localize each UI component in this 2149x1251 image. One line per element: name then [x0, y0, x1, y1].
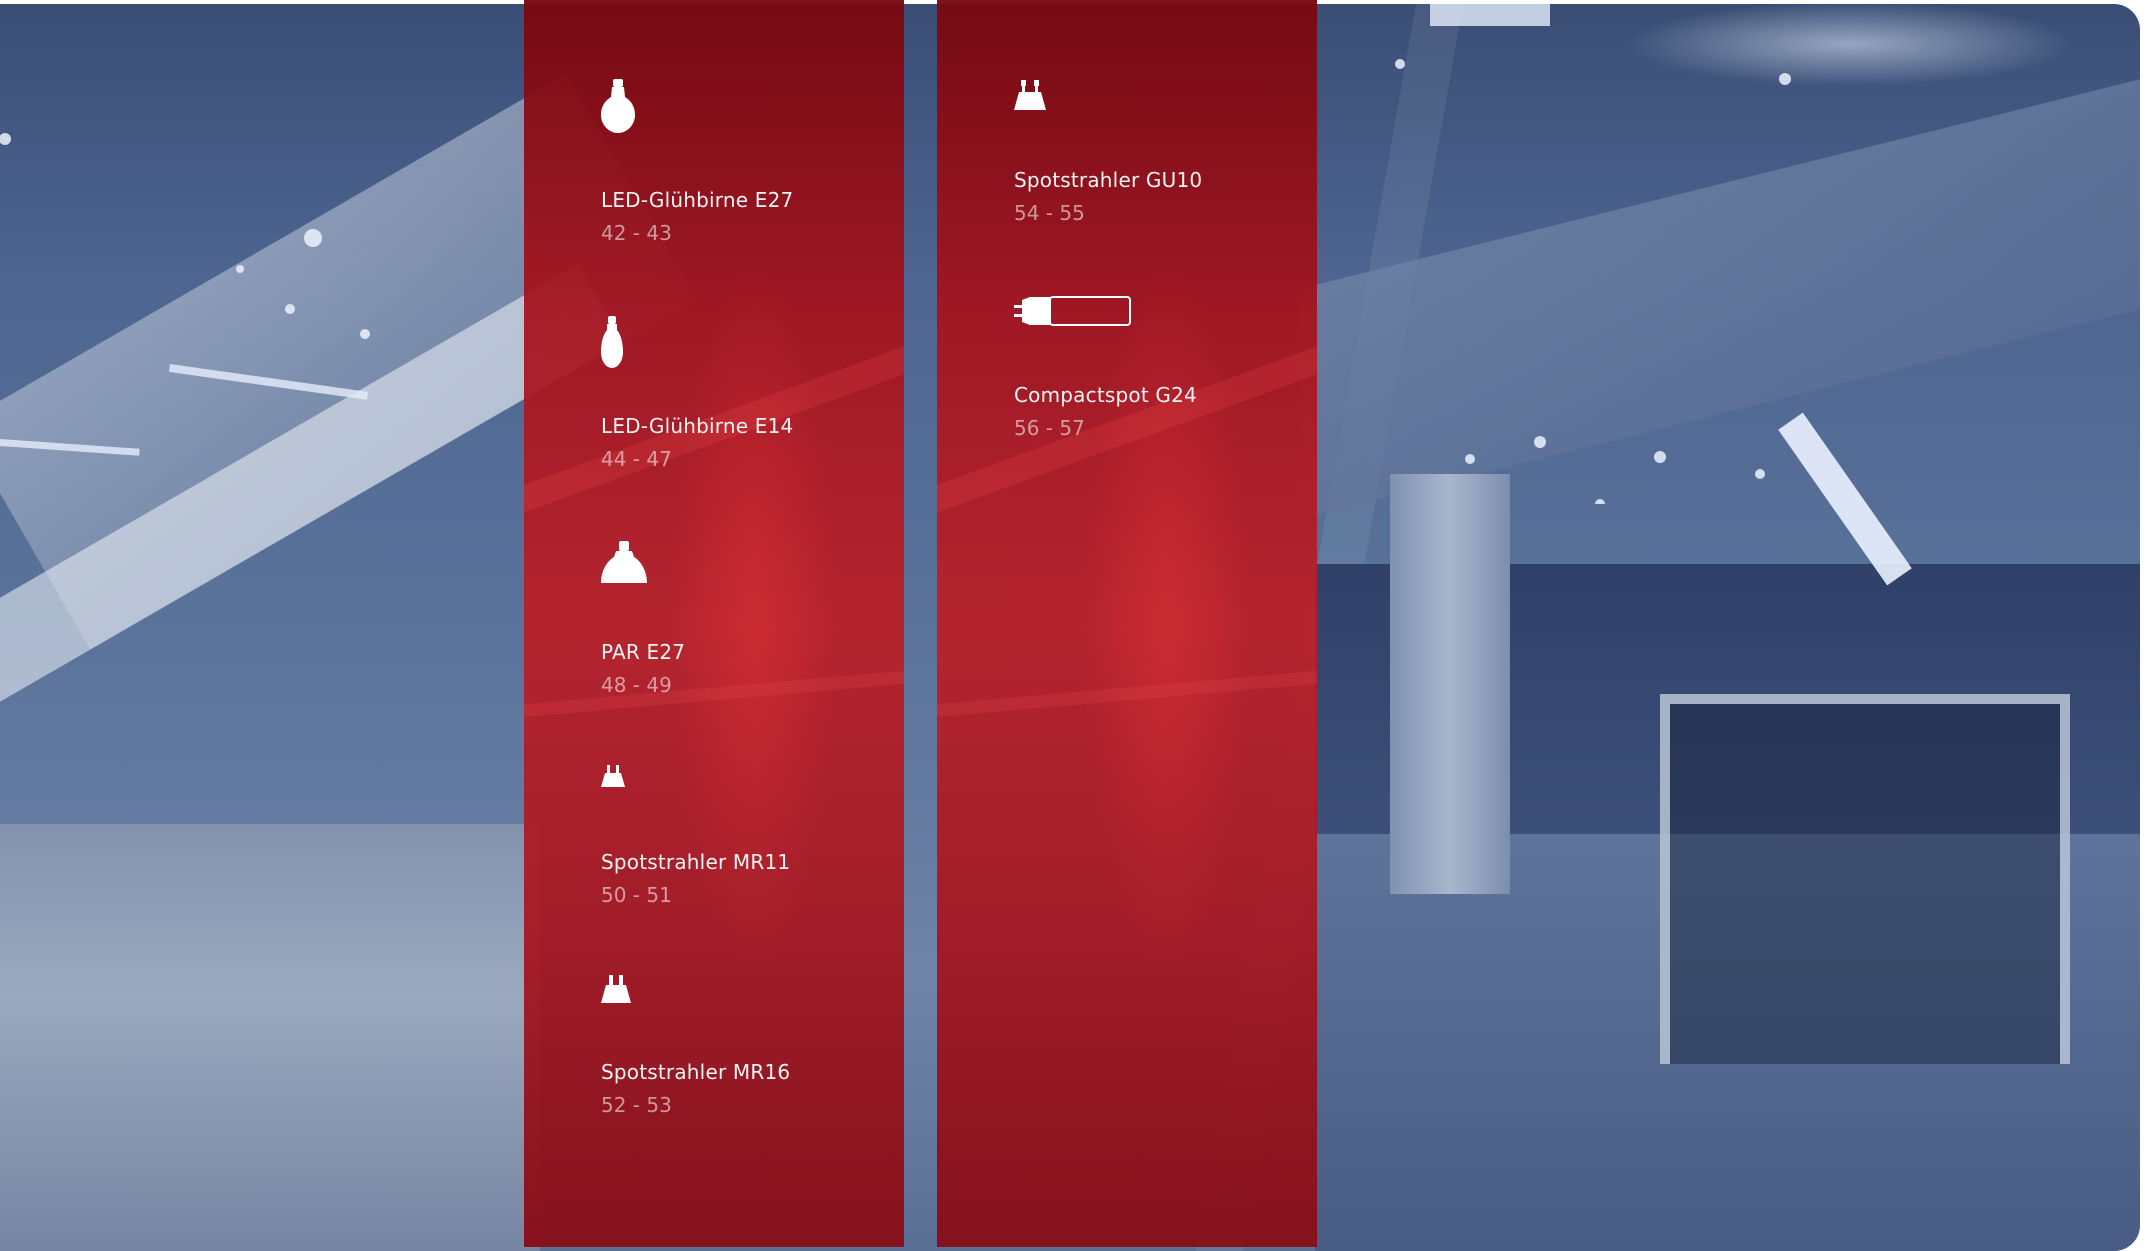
- bulb-e27-icon: [601, 79, 635, 133]
- door-frame: [1660, 694, 2070, 1064]
- column: [1390, 474, 1510, 894]
- compactspot-g24-icon: [1014, 294, 1132, 328]
- item-pages: 42 - 43: [601, 221, 672, 245]
- spot-gu10-icon: [1014, 80, 1046, 110]
- item-title[interactable]: Spotstrahler MR16: [601, 1060, 790, 1084]
- item-title[interactable]: Spotstrahler GU10: [1014, 168, 1202, 192]
- product-panel-left: LED-Glühbirne E27 42 - 43 LED-Glühbirne …: [524, 0, 904, 1247]
- item-pages: 54 - 55: [1014, 201, 1085, 225]
- left-floor: [0, 824, 540, 1251]
- spot-mr11-icon: [601, 765, 625, 787]
- bulb-e14-icon: [601, 316, 623, 368]
- item-pages: 48 - 49: [601, 673, 672, 697]
- item-title[interactable]: PAR E27: [601, 640, 685, 664]
- item-pages: 50 - 51: [601, 883, 672, 907]
- item-pages: 52 - 53: [601, 1093, 672, 1117]
- product-panel-right: Spotstrahler GU10 54 - 55 Compactspot G2…: [937, 0, 1317, 1247]
- par-lamp-icon: [601, 541, 647, 583]
- item-title[interactable]: Compactspot G24: [1014, 383, 1197, 407]
- spot-mr16-icon: [601, 975, 631, 1003]
- item-pages: 44 - 47: [601, 447, 672, 471]
- item-pages: 56 - 57: [1014, 416, 1085, 440]
- item-title[interactable]: LED-Glühbirne E14: [601, 414, 793, 438]
- item-title[interactable]: Spotstrahler MR11: [601, 850, 790, 874]
- item-title[interactable]: LED-Glühbirne E27: [601, 188, 793, 212]
